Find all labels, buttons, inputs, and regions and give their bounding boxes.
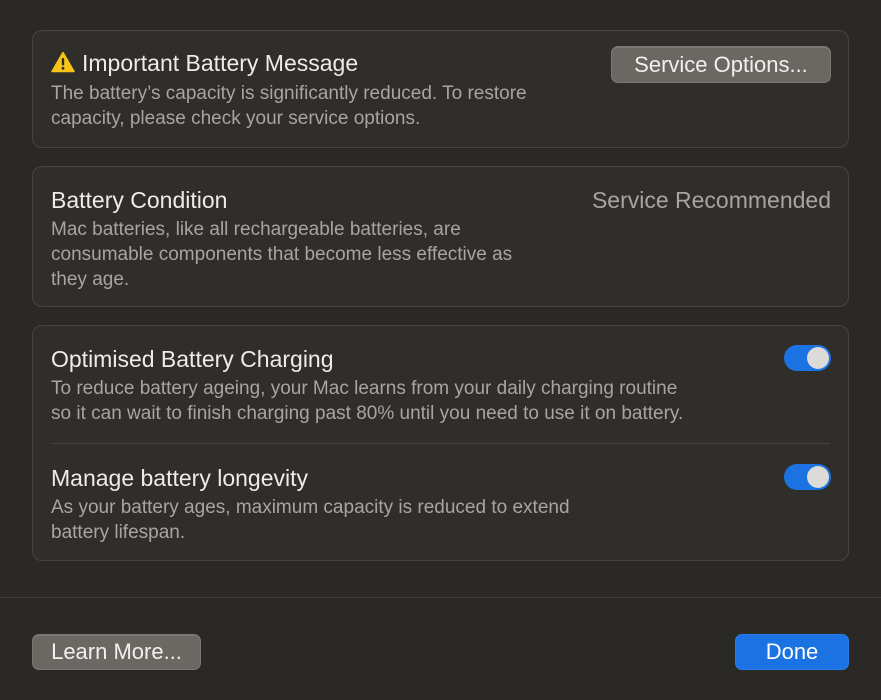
longevity-description-line: As your battery ages, maximum capacity i…: [51, 497, 570, 518]
service-options-button[interactable]: Service Options...: [611, 46, 831, 83]
settings-divider: [51, 443, 830, 444]
optimised-charging-toggle[interactable]: [784, 345, 831, 371]
charging-settings-panel: Optimised Battery Charging To reduce bat…: [32, 325, 849, 561]
condition-description-line: Mac batteries, like all rechargeable bat…: [51, 219, 461, 240]
toggle-knob: [807, 466, 829, 488]
condition-description-line: they age.: [51, 269, 130, 290]
longevity-description: As your battery ages, maximum capacity i…: [51, 495, 570, 545]
message-title-row: Important Battery Message: [51, 50, 358, 77]
optimised-charging-title: Optimised Battery Charging: [51, 346, 334, 372]
warning-icon: [51, 51, 75, 73]
longevity-toggle[interactable]: [784, 464, 831, 490]
condition-title: Battery Condition: [51, 187, 228, 213]
done-button[interactable]: Done: [735, 634, 849, 670]
learn-more-button[interactable]: Learn More...: [32, 634, 201, 670]
message-title: Important Battery Message: [82, 50, 359, 76]
longevity-title: Manage battery longevity: [51, 465, 308, 491]
footer-divider: [0, 597, 881, 598]
longevity-description-line: battery lifespan.: [51, 522, 186, 543]
battery-message-panel: Important Battery Message The battery’s …: [32, 30, 849, 148]
battery-condition-panel: Battery Condition Service Recommended Ma…: [32, 166, 849, 307]
condition-status: Service Recommended: [591, 187, 831, 213]
message-description: The battery’s capacity is significantly …: [51, 81, 527, 131]
toggle-knob: [807, 347, 829, 369]
optimised-charging-description-line: so it can wait to finish charging past 8…: [51, 403, 684, 424]
message-description-line: capacity, please check your service opti…: [51, 108, 421, 129]
optimised-charging-description-line: To reduce battery ageing, your Mac learn…: [51, 378, 678, 399]
optimised-charging-description: To reduce battery ageing, your Mac learn…: [51, 376, 683, 426]
condition-description: Mac batteries, like all rechargeable bat…: [51, 217, 512, 292]
condition-description-line: consumable components that become less e…: [51, 244, 513, 265]
message-description-line: The battery’s capacity is significantly …: [51, 83, 527, 104]
